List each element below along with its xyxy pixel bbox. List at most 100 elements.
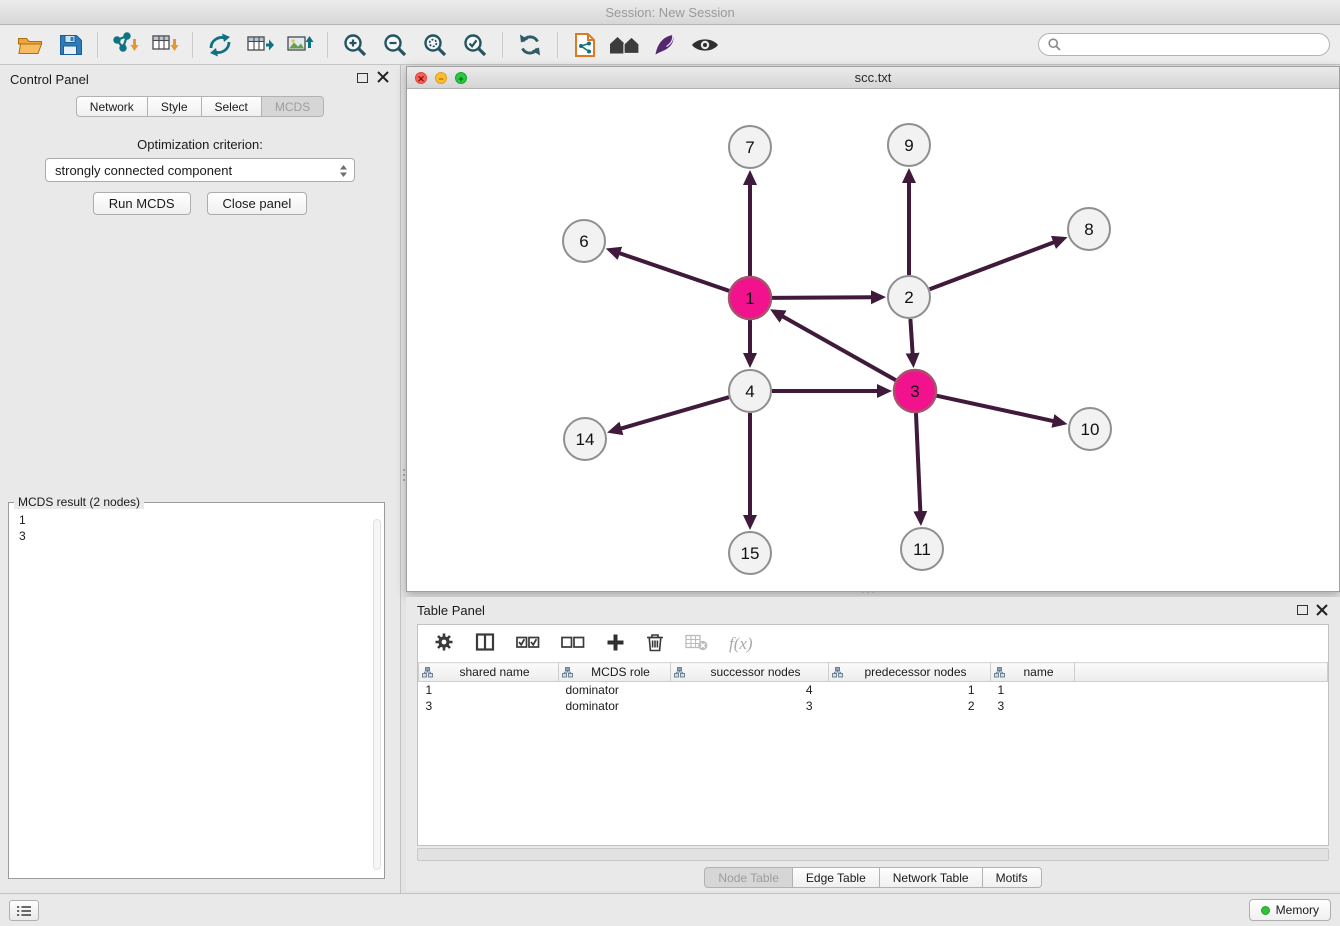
open-session-icon[interactable] — [10, 29, 50, 61]
apply-style-icon[interactable] — [645, 29, 685, 61]
memory-button[interactable]: Memory — [1249, 899, 1331, 921]
column-header-shared-name[interactable]: shared name — [419, 663, 559, 682]
splitter-handle-horizontal[interactable] — [855, 589, 881, 594]
criterion-dropdown[interactable]: strongly connected component — [45, 158, 355, 182]
close-panel-button[interactable]: Close panel — [207, 192, 308, 215]
table-cell[interactable]: dominator — [559, 682, 671, 698]
graph-node-8[interactable]: 8 — [1068, 208, 1110, 250]
table-cell[interactable]: 3 — [991, 698, 1075, 714]
tab-motifs[interactable]: Motifs — [983, 867, 1042, 888]
status-bar: Memory — [0, 893, 1340, 926]
table-cell[interactable]: 3 — [419, 698, 559, 714]
graph-node-15[interactable]: 15 — [729, 532, 771, 574]
maximize-window-icon[interactable]: + — [455, 72, 467, 84]
import-table-icon[interactable] — [145, 29, 185, 61]
control-panel-header: Control Panel — [0, 65, 400, 93]
export-image-icon[interactable] — [280, 29, 320, 61]
tab-network[interactable]: Network — [76, 96, 148, 117]
graph-edge-3-10[interactable] — [936, 396, 1053, 421]
create-column-icon[interactable] — [606, 633, 625, 655]
graph-node-2[interactable]: 2 — [888, 276, 930, 318]
svg-text:6: 6 — [579, 232, 588, 251]
graph-edge-3-1[interactable] — [782, 316, 896, 380]
delete-columns-icon[interactable] — [646, 632, 664, 655]
network-canvas[interactable]: 7 9 6 8 1 2 4 3 14 10 15 11 — [407, 89, 1339, 591]
table-cell[interactable]: 1 — [991, 682, 1075, 698]
graph-node-1[interactable]: 1 — [729, 277, 771, 319]
save-session-icon[interactable] — [50, 29, 90, 61]
graph-node-10[interactable]: 10 — [1069, 408, 1111, 450]
svg-text:14: 14 — [576, 430, 595, 449]
graph-edge-2-3[interactable] — [910, 319, 912, 354]
table-cell[interactable]: 2 — [829, 698, 991, 714]
graph-edge-1-2[interactable] — [772, 297, 872, 298]
graph-node-7[interactable]: 7 — [729, 126, 771, 168]
zoom-fit-icon[interactable] — [415, 29, 455, 61]
graph-node-4[interactable]: 4 — [729, 370, 771, 412]
minimize-window-icon[interactable]: − — [435, 72, 447, 84]
table-panel: Table Panel — [406, 597, 1340, 891]
refresh-layout-icon[interactable] — [510, 29, 550, 61]
tab-node-table[interactable]: Node Table — [704, 867, 793, 888]
network-window-titlebar[interactable]: ✕ − + scc.txt — [407, 67, 1339, 89]
delete-table-icon[interactable] — [685, 633, 708, 654]
task-history-button[interactable] — [9, 900, 39, 921]
close-table-panel-icon[interactable] — [1316, 604, 1328, 616]
home-icon[interactable] — [605, 29, 645, 61]
graph-edge-1-6[interactable] — [619, 253, 729, 291]
zoom-out-icon[interactable] — [375, 29, 415, 61]
function-builder-icon[interactable]: f(x) — [729, 634, 753, 654]
show-columns-icon[interactable] — [475, 632, 495, 655]
zoom-in-icon[interactable] — [335, 29, 375, 61]
close-panel-icon[interactable] — [377, 71, 389, 83]
result-scrollbar[interactable] — [373, 519, 381, 870]
import-network-icon[interactable] — [105, 29, 145, 61]
table-cell[interactable]: dominator — [559, 698, 671, 714]
window-titlebar: Session: New Session — [0, 0, 1340, 25]
table-panel-title: Table Panel — [417, 603, 485, 618]
float-panel-icon[interactable] — [357, 73, 368, 83]
export-network-icon[interactable] — [200, 29, 240, 61]
export-table-icon[interactable] — [240, 29, 280, 61]
column-header-name[interactable]: name — [991, 663, 1075, 682]
memory-status-dot — [1261, 906, 1270, 915]
tab-network-table[interactable]: Network Table — [880, 867, 983, 888]
table-row[interactable]: 1dominator411 — [419, 682, 1328, 698]
table-options-icon[interactable] — [434, 632, 454, 655]
tab-edge-table[interactable]: Edge Table — [793, 867, 880, 888]
graph-node-3[interactable]: 3 — [894, 370, 936, 412]
graph-node-14[interactable]: 14 — [564, 418, 606, 460]
show-hide-graphics-icon[interactable] — [685, 29, 725, 61]
table-horizontal-scrollbar[interactable] — [417, 848, 1329, 861]
graph-node-6[interactable]: 6 — [563, 220, 605, 262]
column-header-mcds-role[interactable]: MCDS role — [559, 663, 671, 682]
graph-edge-3-11[interactable] — [916, 413, 920, 512]
table-cell[interactable]: 3 — [671, 698, 829, 714]
search-field[interactable] — [1038, 33, 1330, 56]
graph-edge-2-8[interactable] — [930, 242, 1055, 289]
column-header-predecessor-nodes[interactable]: predecessor nodes — [829, 663, 991, 682]
tab-mcds[interactable]: MCDS — [262, 96, 324, 117]
unselect-all-columns-icon[interactable] — [561, 634, 585, 653]
tab-select[interactable]: Select — [202, 96, 262, 117]
graph-node-11[interactable]: 11 — [901, 528, 943, 570]
toolbar-separator — [327, 32, 328, 58]
run-mcds-button[interactable]: Run MCDS — [93, 192, 191, 215]
column-header-successor-nodes[interactable]: successor nodes — [671, 663, 829, 682]
table-cell[interactable]: 1 — [829, 682, 991, 698]
table-cell[interactable]: 1 — [419, 682, 559, 698]
export-to-web-icon[interactable] — [565, 29, 605, 61]
graph-edge-4-14[interactable] — [621, 397, 729, 429]
column-header-filler — [1075, 663, 1328, 682]
search-input[interactable] — [1067, 37, 1320, 52]
zoom-selected-icon[interactable] — [455, 29, 495, 61]
float-table-panel-icon[interactable] — [1297, 605, 1308, 615]
select-all-columns-icon[interactable] — [516, 634, 540, 653]
tab-style[interactable]: Style — [148, 96, 202, 117]
svg-text:1: 1 — [745, 289, 754, 308]
table-cell[interactable]: 4 — [671, 682, 829, 698]
table-row[interactable]: 3dominator323 — [419, 698, 1328, 714]
graph-node-9[interactable]: 9 — [888, 124, 930, 166]
close-window-icon[interactable]: ✕ — [415, 72, 427, 84]
svg-text:8: 8 — [1084, 220, 1093, 239]
